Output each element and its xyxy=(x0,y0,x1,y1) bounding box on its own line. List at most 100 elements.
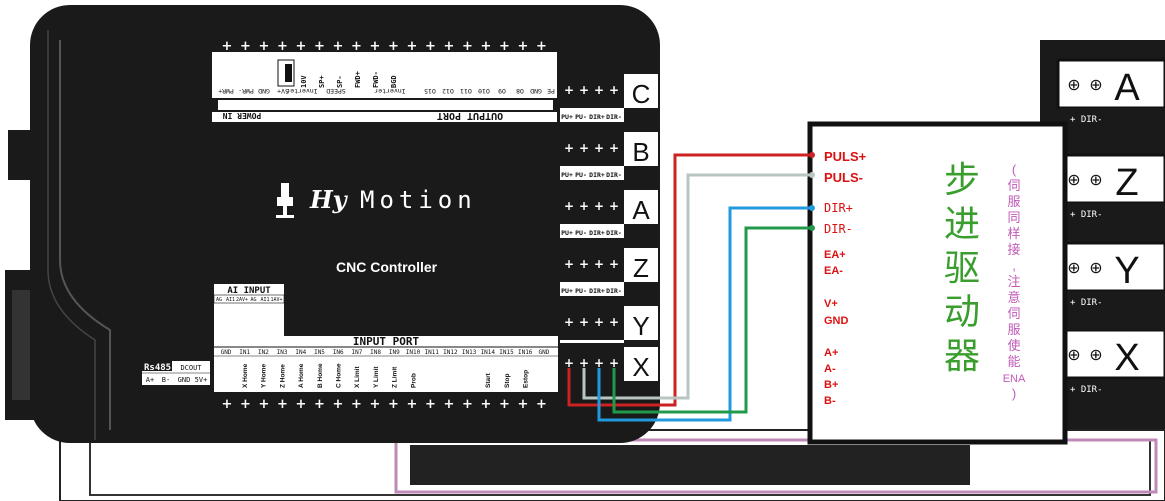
driver-note-char: ( xyxy=(1012,162,1017,177)
output-bottom-label: PE xyxy=(547,87,555,95)
ai-pin: AG xyxy=(216,297,222,303)
ai-input-label: AI INPUT xyxy=(227,286,271,296)
ai-pin: AI1 xyxy=(226,297,235,303)
terminal-screw-bottom: + xyxy=(518,397,529,412)
right-terminal-screw: ⊕ xyxy=(1089,345,1102,364)
terminal-screw-bottom: + xyxy=(481,397,492,412)
axis-pin: PU+ xyxy=(561,229,573,237)
terminal-screw-top: + xyxy=(444,39,455,54)
terminal-screw-top: + xyxy=(388,39,399,54)
axis-pin: PU+ xyxy=(561,287,573,295)
terminal-screw-bottom: + xyxy=(370,397,381,412)
output-bottom-label: O8 xyxy=(516,87,524,95)
axis-terminal-screw: + xyxy=(564,141,574,155)
axis-terminal-screw: + xyxy=(579,257,589,271)
right-axis-pins: + DIR- xyxy=(1070,115,1103,125)
input-top-label: IN6 xyxy=(333,349,344,356)
input-top-label: IN4 xyxy=(295,349,306,356)
input-top-label: IN9 xyxy=(389,349,400,356)
axis-pin: DIR- xyxy=(606,287,622,295)
terminal-screw-bottom: + xyxy=(425,397,436,412)
right-terminal-screw: ⊕ xyxy=(1089,258,1102,277)
driver-note-char: , xyxy=(1012,258,1016,273)
terminal-screw-top: + xyxy=(296,39,307,54)
output-port-label: OUTPUT PORT xyxy=(437,110,503,121)
output-bottom-label: O15 xyxy=(424,87,436,95)
input-top-label: IN8 xyxy=(370,349,381,356)
axis-label: X xyxy=(632,352,649,382)
axis-terminal-screw: + xyxy=(564,315,574,329)
driver-note-char: 接 xyxy=(1007,242,1020,257)
output-bottom-label: O12 xyxy=(442,87,454,95)
output-top-pin: FWD+ xyxy=(354,71,362,88)
driver-title-char: 步 xyxy=(944,159,980,200)
output-bottom-label: Inverter xyxy=(286,87,317,95)
right-axis-pins: + DIR- xyxy=(1070,210,1103,220)
power-pin: GND xyxy=(258,87,270,95)
input-top-label: IN3 xyxy=(277,349,288,356)
axis-pin: PU- xyxy=(575,171,587,179)
input-function: Z Limit xyxy=(392,366,399,388)
axis-pin: DIR+ xyxy=(589,229,605,237)
terminal-screw-top: + xyxy=(518,39,529,54)
terminal-screw-bottom: + xyxy=(259,397,270,412)
terminal-screw-bottom: + xyxy=(499,397,510,412)
axis-label: B xyxy=(632,137,649,167)
output-top-pin: 10V xyxy=(300,75,308,88)
terminal-screw-top: + xyxy=(277,39,288,54)
axis-pin: DIR+ xyxy=(589,171,605,179)
axis-terminal-screw: + xyxy=(564,83,574,97)
spindle-icon xyxy=(281,183,289,197)
ai-pin: AG xyxy=(250,297,256,303)
driver-note-char: 使 xyxy=(1007,338,1020,353)
driver-title-char: 器 xyxy=(944,335,980,376)
axis-terminal-screw: + xyxy=(564,356,574,370)
right-axis-pins: + DIR- xyxy=(1070,385,1103,395)
axis-label: Z xyxy=(633,253,649,283)
driver-title-char: 驱 xyxy=(944,247,980,288)
right-terminal-screw: ⊕ xyxy=(1067,170,1080,189)
input-function: C Home xyxy=(336,363,343,388)
output-bottom-label: GND xyxy=(530,87,542,95)
ai-pin: 1AV+ xyxy=(270,297,282,303)
input-function: Z Home xyxy=(279,364,286,388)
input-top-label: IN10 xyxy=(406,349,421,356)
input-function: Prob xyxy=(410,373,417,388)
driver-puls-plus: PULS+ xyxy=(824,149,867,164)
terminal-screw-top: + xyxy=(333,39,344,54)
right-terminal-screw: ⊕ xyxy=(1089,75,1102,94)
driver-title-char: 动 xyxy=(944,291,980,332)
right-axis-pins: + DIR- xyxy=(1070,298,1103,308)
input-top-label: IN5 xyxy=(314,349,325,356)
input-top-label: IN16 xyxy=(518,349,533,356)
rs485-label: Rs485 xyxy=(144,363,171,373)
output-top-pin: SP- xyxy=(336,75,344,88)
input-function: A Home xyxy=(298,363,305,388)
axis-pin: PU- xyxy=(575,229,587,237)
terminal-screw-top: + xyxy=(499,39,510,54)
terminal-screw-top: + xyxy=(259,39,270,54)
terminal-screw-top: + xyxy=(425,39,436,54)
driver-dir-plus: DIR+ xyxy=(824,201,853,215)
power-in-label: POWER IN xyxy=(223,111,262,120)
axis-terminal-screw: + xyxy=(579,356,589,370)
input-top-label: IN12 xyxy=(443,349,458,356)
axis-pin: DIR- xyxy=(606,113,622,121)
driver-note-char: 服 xyxy=(1007,194,1020,209)
input-function: Y Home xyxy=(261,364,268,388)
terminal-screw-top: + xyxy=(351,39,362,54)
stepper-driver: PULS+ PULS- DIR+ DIR- EA+ EA- V+ GND A+ … xyxy=(807,121,1068,445)
terminal-screw-top: + xyxy=(240,39,251,54)
terminal-screw-top: + xyxy=(314,39,325,54)
driver-ea-minus: EA- xyxy=(824,265,843,277)
input-top-label: IN2 xyxy=(258,349,269,356)
terminal-screw-top: + xyxy=(407,39,418,54)
input-top-label: IN14 xyxy=(481,349,496,356)
driver-note-char: 同 xyxy=(1007,210,1020,225)
axis-terminal-screw: + xyxy=(594,199,604,213)
axis-pin: DIR+ xyxy=(589,113,605,121)
axis-pin: DIR- xyxy=(606,229,622,237)
terminal-screw-top: + xyxy=(462,39,473,54)
terminal-screw-bottom: + xyxy=(407,397,418,412)
axis-terminal-screw: + xyxy=(609,141,619,155)
